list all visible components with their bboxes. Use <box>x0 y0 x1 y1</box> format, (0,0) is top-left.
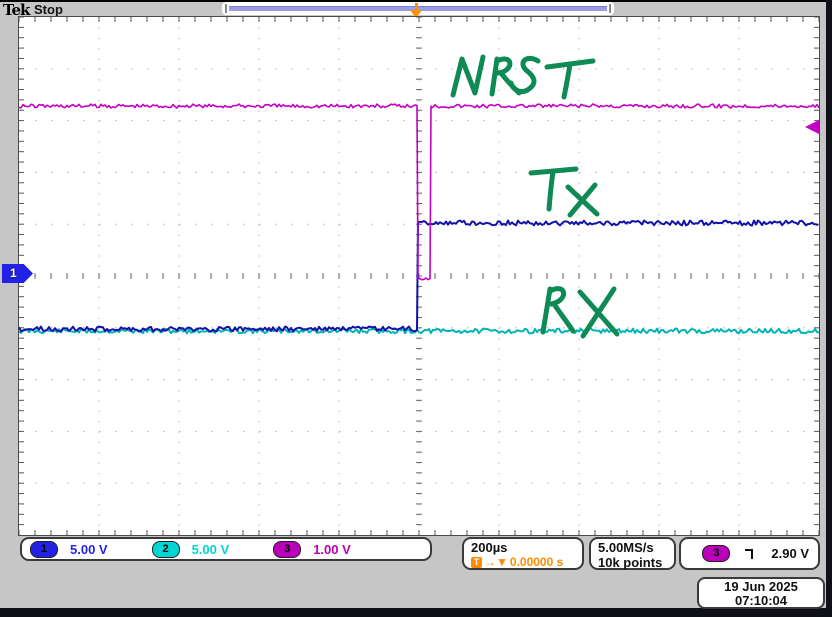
acquisition-readout[interactable]: 5.00MS/s 10k points <box>589 537 676 570</box>
timebase-readout[interactable]: 200µs T→▼0.00000 s <box>462 537 584 570</box>
channel3-readout[interactable]: 3 1.00 V <box>273 541 351 558</box>
falling-edge-icon <box>744 547 757 561</box>
annotation-tx <box>549 172 553 209</box>
waveform-display[interactable] <box>18 16 820 536</box>
channel-scale-readouts[interactable]: 1 5.00 V 2 5.00 V 3 1.00 V <box>20 537 432 561</box>
annotation-nrst <box>497 59 510 73</box>
trigger-level-arrow[interactable] <box>805 120 819 134</box>
acquisition-status: Stop <box>34 2 63 17</box>
channel1-badge: 1 <box>30 541 58 558</box>
annotation-nrst <box>453 57 483 95</box>
top-bar: Tek Stop T <box>0 2 826 16</box>
annotation-nrst <box>492 59 497 94</box>
trigger-t-icon: T <box>471 557 482 568</box>
trigger-source-badge: 3 <box>702 545 730 562</box>
channel3-badge: 3 <box>273 541 301 558</box>
datetime-display: 19 Jun 2025 07:10:04 <box>697 577 825 609</box>
channel1-readout[interactable]: 1 5.00 V <box>30 541 108 558</box>
annotation-nrst <box>564 64 570 97</box>
trigger-arrows-icon: →▼ <box>484 555 508 569</box>
channel2-badge: 2 <box>152 541 180 558</box>
channel3-scale: 1.00 V <box>313 542 351 557</box>
time-text: 07:10:04 <box>699 594 823 608</box>
annotation-rx <box>554 304 573 331</box>
trigger-time-value: 0.00000 s <box>510 555 563 569</box>
channel2-scale: 5.00 V <box>192 542 230 557</box>
timebase-scale: 200µs <box>471 540 582 555</box>
annotation-rx <box>550 289 564 304</box>
waveform-canvas <box>19 17 819 535</box>
trigger-readout[interactable]: 3 2.90 V <box>679 537 820 570</box>
channel2-readout[interactable]: 2 5.00 V <box>152 541 230 558</box>
date-text: 19 Jun 2025 <box>699 580 823 594</box>
record-length: 10k points <box>598 555 674 570</box>
channel1-scale: 5.00 V <box>70 542 108 557</box>
oscilloscope-screen: Tek Stop T 1 1 5.00 V 2 5.00 V 3 1.00 V … <box>0 0 826 608</box>
trace-ch3-nrst <box>19 104 819 280</box>
annotation-rx <box>543 289 550 332</box>
sample-rate: 5.00MS/s <box>598 540 674 555</box>
annotation-nrst <box>511 58 538 91</box>
trigger-time-readout: T→▼0.00000 s <box>471 555 582 569</box>
trigger-level-value: 2.90 V <box>771 546 809 561</box>
